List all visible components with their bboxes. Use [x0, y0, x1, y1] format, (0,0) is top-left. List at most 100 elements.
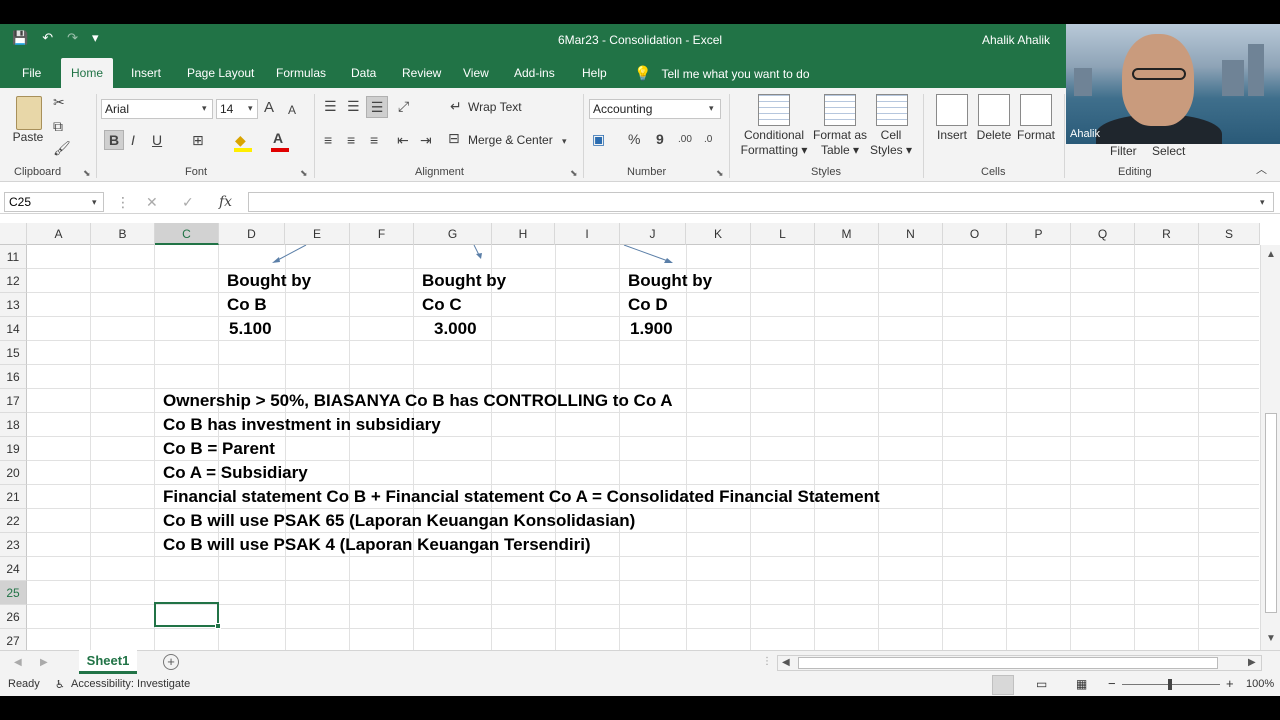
scroll-up-icon[interactable]: ▲: [1266, 249, 1276, 260]
tab-data[interactable]: Data: [341, 58, 386, 88]
zoom-out-button[interactable]: −: [1108, 676, 1116, 691]
number-format-select[interactable]: Accounting: [589, 99, 721, 119]
align-top-icon[interactable]: ☰: [324, 98, 337, 114]
number-launcher-icon[interactable]: ⬊: [716, 168, 724, 179]
tab-help[interactable]: Help: [572, 58, 617, 88]
column-header[interactable]: H: [492, 223, 555, 245]
row-header[interactable]: 13: [0, 293, 27, 317]
scroll-right-icon[interactable]: ▶: [1248, 657, 1256, 668]
row-header[interactable]: 22: [0, 509, 27, 533]
fill-handle[interactable]: [215, 623, 221, 629]
grow-font-icon[interactable]: A: [264, 100, 274, 116]
expand-formula-icon[interactable]: ▾: [1260, 194, 1265, 210]
scroll-down-icon[interactable]: ▼: [1266, 633, 1276, 644]
column-header[interactable]: F: [350, 223, 414, 245]
fill-color-icon[interactable]: ◆: [235, 132, 246, 148]
cell-j12[interactable]: Bought by: [628, 269, 712, 293]
row-header[interactable]: 23: [0, 533, 27, 557]
column-header[interactable]: A: [27, 223, 91, 245]
vertical-scroll-thumb[interactable]: [1265, 413, 1277, 613]
increase-indent-icon[interactable]: ⇥: [420, 132, 432, 148]
tab-home[interactable]: Home: [61, 58, 114, 89]
page-break-view-icon[interactable]: ▦: [1076, 677, 1087, 691]
tab-view[interactable]: View: [453, 58, 499, 88]
zoom-slider-knob[interactable]: [1168, 679, 1172, 690]
add-sheet-button[interactable]: +: [163, 654, 179, 670]
percent-button[interactable]: %: [628, 131, 640, 147]
tab-review[interactable]: Review: [392, 58, 451, 88]
accessibility-status[interactable]: Accessibility: Investigate: [71, 678, 190, 690]
orientation-icon[interactable]: ⤢: [398, 98, 409, 114]
cell-c23[interactable]: Co B will use PSAK 4 (Laporan Keuangan T…: [163, 533, 591, 557]
tab-formulas[interactable]: Formulas: [266, 58, 336, 88]
copy-icon[interactable]: ⧉: [53, 118, 63, 134]
chevron-down-icon[interactable]: ▾: [202, 100, 207, 116]
cell-d12[interactable]: Bought by: [227, 269, 311, 293]
filter-button[interactable]: Filter: [1110, 144, 1137, 159]
next-sheet-icon[interactable]: ▶: [40, 657, 48, 668]
column-header[interactable]: O: [943, 223, 1007, 245]
page-layout-view-icon[interactable]: ▭: [1036, 677, 1047, 691]
italic-button[interactable]: I: [131, 132, 135, 148]
row-header[interactable]: 17: [0, 389, 27, 413]
arrow-to-co-b[interactable]: [275, 245, 307, 262]
currency-icon[interactable]: ▣: [592, 131, 605, 147]
user-name[interactable]: Ahalik Ahalik: [982, 33, 1050, 47]
column-header[interactable]: E: [285, 223, 350, 245]
alignment-launcher-icon[interactable]: ⬊: [570, 168, 578, 179]
shrink-font-icon[interactable]: A: [288, 102, 296, 118]
horizontal-scroll-thumb[interactable]: [798, 657, 1218, 669]
row-header[interactable]: 14: [0, 317, 27, 341]
column-header[interactable]: N: [879, 223, 943, 245]
align-right-icon[interactable]: ≡: [370, 132, 378, 148]
row-header[interactable]: 18: [0, 413, 27, 437]
format-cells-button[interactable]: Format: [1013, 128, 1059, 143]
column-header[interactable]: D: [219, 223, 285, 245]
align-bottom-icon[interactable]: ☰: [366, 96, 388, 118]
zoom-in-button[interactable]: +: [1226, 676, 1234, 691]
row-header[interactable]: 12: [0, 269, 27, 293]
cell-styles-button[interactable]: Cell Styles ▾: [868, 128, 914, 158]
cell-c17[interactable]: Ownership > 50%, BIASANYA Co B has CONTR…: [163, 389, 673, 413]
tell-me-search[interactable]: 💡 Tell me what you want to do: [634, 58, 810, 88]
clipboard-launcher-icon[interactable]: ⬊: [83, 168, 91, 179]
cell-j13[interactable]: Co D: [628, 293, 668, 317]
merge-center-button[interactable]: Merge & Center: [468, 133, 553, 148]
align-left-icon[interactable]: ≡: [324, 132, 332, 148]
row-header[interactable]: 26: [0, 605, 27, 629]
insert-cells-button[interactable]: Insert: [930, 128, 974, 143]
font-color-icon[interactable]: A: [273, 130, 283, 146]
select-all-corner[interactable]: [0, 223, 27, 245]
tab-page-layout[interactable]: Page Layout: [177, 58, 264, 88]
vertical-scrollbar[interactable]: ▲ ▼: [1260, 245, 1280, 650]
column-header[interactable]: S: [1199, 223, 1260, 245]
column-header[interactable]: M: [815, 223, 879, 245]
column-header[interactable]: K: [686, 223, 751, 245]
format-as-table-button[interactable]: Format as Table ▾: [812, 128, 868, 158]
delete-cells-button[interactable]: Delete: [972, 128, 1016, 143]
column-header[interactable]: B: [91, 223, 155, 245]
column-header[interactable]: J: [620, 223, 686, 245]
cell-d14[interactable]: 5.100: [229, 317, 272, 341]
cell-c18[interactable]: Co B has investment in subsidiary: [163, 413, 441, 437]
tab-insert[interactable]: Insert: [121, 58, 171, 88]
sheet-tab-sheet1[interactable]: Sheet1: [79, 650, 137, 674]
row-header[interactable]: 16: [0, 365, 27, 389]
name-box[interactable]: C25: [4, 192, 104, 212]
column-header[interactable]: Q: [1071, 223, 1135, 245]
cell-g13[interactable]: Co C: [422, 293, 462, 317]
row-header[interactable]: 15: [0, 341, 27, 365]
row-header[interactable]: 19: [0, 437, 27, 461]
horizontal-scrollbar[interactable]: ◀ ▶: [777, 655, 1262, 671]
align-center-icon[interactable]: ≡: [347, 132, 355, 148]
normal-view-icon[interactable]: [992, 675, 1014, 695]
arrow-to-co-d[interactable]: [623, 245, 669, 262]
enter-icon[interactable]: ✓: [182, 194, 194, 210]
column-header[interactable]: C: [155, 223, 219, 245]
bold-button[interactable]: B: [104, 130, 124, 150]
cell-j14[interactable]: 1.900: [630, 317, 673, 341]
tab-file[interactable]: File: [12, 58, 51, 88]
format-painter-icon[interactable]: 🖌: [53, 140, 71, 156]
cell-c22[interactable]: Co B will use PSAK 65 (Laporan Keuangan …: [163, 509, 635, 533]
cell-c20[interactable]: Co A = Subsidiary: [163, 461, 308, 485]
